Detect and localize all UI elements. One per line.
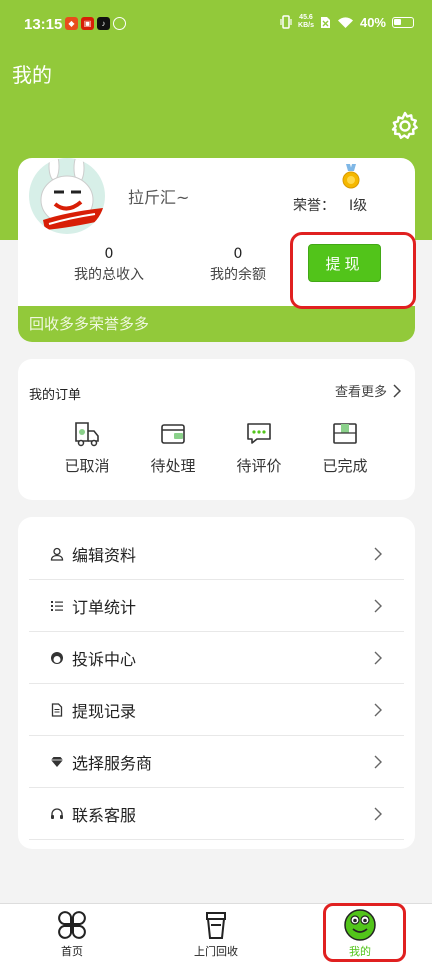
medal-icon [342, 164, 360, 189]
menu-edit-profile-label: 编辑资料 [72, 545, 137, 565]
chevron-right-icon [374, 755, 382, 768]
slogan-bar: 回收多多荣誉多多 [18, 306, 415, 342]
battery-icon [392, 16, 414, 28]
menu-select-provider[interactable]: 选择服务商 [29, 736, 404, 788]
status-right: 45.6 KB/s 40% [280, 14, 414, 30]
completed-order-icon [333, 423, 357, 444]
total-income-label: 我的总收入 [74, 267, 144, 283]
orders-title: 我的订单 [29, 388, 82, 403]
order-pending[interactable]: 待处理 [138, 421, 208, 476]
diamond-icon [50, 755, 64, 769]
settings-gear-icon[interactable] [389, 110, 421, 142]
menu-complaint-center[interactable]: 投诉中心 [29, 632, 404, 684]
tab-door-recycling[interactable]: 上门回收 [166, 904, 266, 964]
view-more-link[interactable]: 查看更多 [335, 381, 401, 400]
battery-percent: 40% [359, 14, 386, 30]
avatar-image [40, 158, 105, 230]
menu-edit-profile[interactable]: 编辑资料 [29, 528, 404, 580]
order-completed[interactable]: 已完成 [310, 421, 380, 476]
user-icon [50, 547, 64, 561]
menu-contact-support-label: 联系客服 [72, 805, 137, 825]
menu-order-stats[interactable]: 订单统计 [29, 580, 404, 632]
document-icon [50, 702, 64, 717]
total-income-value: 0 [104, 246, 114, 262]
menu-select-provider-label: 选择服务商 [72, 753, 153, 773]
app-notification-icon: ▣ [81, 17, 94, 30]
chevron-right-icon [374, 807, 382, 820]
chevron-right-icon [374, 599, 382, 612]
order-pending-label: 待处理 [150, 457, 196, 475]
tab-mine[interactable]: 我的 [310, 904, 410, 964]
no-sim-icon [320, 16, 330, 28]
pending-order-icon [161, 424, 185, 444]
menu-order-stats-label: 订单统计 [72, 597, 137, 617]
withdraw-button[interactable]: 提现 [308, 244, 381, 282]
app-notification-icon: ◆ [65, 17, 78, 30]
menu-contact-support[interactable]: 联系客服 [29, 788, 404, 840]
cancelled-order-icon [75, 422, 99, 447]
honor-label: 荣誉： [293, 198, 335, 214]
tab-home[interactable]: 首页 [22, 904, 122, 964]
orders-card: 我的订单 查看更多 已取消 待处理 待评价 已完成 [18, 359, 415, 500]
bottom-tab-bar: 首页 上门回收 我的 [0, 903, 432, 964]
complaint-icon [50, 651, 64, 665]
order-to-review-label: 待评价 [236, 457, 282, 475]
order-to-review[interactable]: 待评价 [224, 421, 294, 476]
order-completed-label: 已完成 [322, 457, 368, 475]
balance[interactable]: 0 我的余额 [178, 246, 298, 284]
status-bar: 13:15 ◆ ▣ ♪ 45.6 KB/s 40% [0, 0, 432, 50]
app-notification-icon [113, 17, 126, 30]
to-review-icon [247, 423, 271, 444]
menu-withdraw-records-label: 提现记录 [72, 701, 137, 721]
vibrate-icon [280, 15, 292, 29]
chevron-right-icon [374, 651, 382, 664]
avatar[interactable] [29, 158, 105, 234]
order-cancelled-label: 已取消 [64, 457, 110, 475]
menu-card: 编辑资料 订单统计 投诉中心 提现记录 选择服务商 联系客服 [18, 517, 415, 849]
clover-icon [58, 911, 86, 939]
speed-unit: KB/s [298, 22, 314, 29]
status-time: 13:15 [24, 16, 63, 33]
tab-home-label: 首页 [61, 945, 83, 958]
headset-icon [50, 807, 64, 821]
honor-level: 荣誉： Ⅰ级 [293, 195, 367, 215]
menu-complaint-center-label: 投诉中心 [72, 649, 137, 669]
speed-value: 45.6 [299, 14, 313, 21]
page-title: 我的 [12, 63, 52, 87]
honor-value: Ⅰ级 [349, 198, 368, 214]
tiktok-icon: ♪ [97, 17, 110, 30]
balance-label: 我的余额 [210, 267, 266, 283]
notification-icons: ◆ ▣ ♪ [65, 17, 126, 30]
tab-mine-label: 我的 [349, 945, 371, 958]
profile-card: 拉斤汇~ 荣誉： Ⅰ级 0 我的总收入 0 我的余额 提现 回收多多荣誉多多 [18, 158, 415, 342]
tab-door-recycling-label: 上门回收 [194, 945, 238, 958]
wifi-icon [337, 16, 353, 28]
total-income[interactable]: 0 我的总收入 [49, 246, 169, 284]
order-cancelled[interactable]: 已取消 [52, 421, 122, 476]
frog-face-icon [344, 909, 376, 941]
menu-withdraw-records[interactable]: 提现记录 [29, 684, 404, 736]
nickname: 拉斤汇~ [128, 188, 190, 207]
chevron-right-icon [374, 703, 382, 716]
balance-value: 0 [233, 246, 243, 262]
recycle-bin-icon [206, 912, 226, 939]
chevron-right-icon [393, 383, 401, 398]
list-icon [50, 599, 64, 613]
network-speed: 45.6 KB/s [298, 14, 314, 30]
chevron-right-icon [374, 547, 382, 560]
view-more-label: 查看更多 [334, 385, 387, 400]
